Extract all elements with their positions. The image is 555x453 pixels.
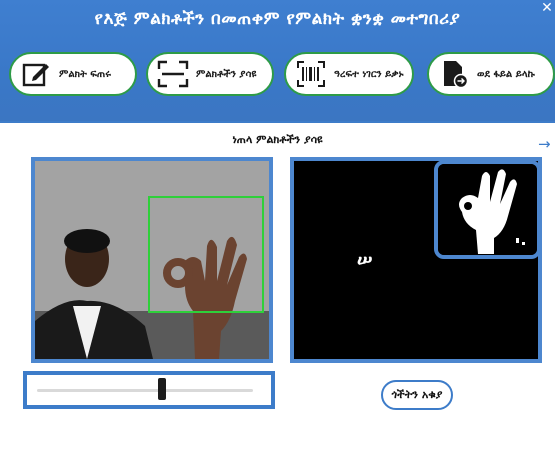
- header-bar: የእጅ ምልክቶችን በመጠቀም የምልክት ቋንቋ መተግበሪያ ✕ ምልክት…: [0, 0, 555, 121]
- slider-thumb[interactable]: [158, 378, 167, 400]
- show-signs-label: ምልክቶችን ያሳዩ: [196, 68, 257, 80]
- scan-frame-icon: [156, 57, 190, 91]
- scan-sentence-label: ዓረፍተ ነገርን ይቃኑ: [334, 68, 404, 80]
- roi-box: [148, 196, 264, 313]
- slider-track[interactable]: [37, 389, 253, 392]
- app-window: የእጅ ምልክቶችን በመጠቀም የምልክት ቋንቋ መተግበሪያ ✕ ምልክት…: [0, 0, 555, 453]
- app-title: የእጅ ምልክቶችን በመጠቀም የምልክት ቋንቋ መተግበሪያ: [94, 9, 461, 29]
- barcode-scan-icon: [294, 57, 328, 91]
- create-sign-button[interactable]: ምልክት ፍጠሩ: [9, 52, 137, 96]
- edit-icon: [19, 57, 53, 91]
- clear-button[interactable]: ጎችትን አቁያ: [381, 380, 453, 410]
- scan-sentence-button[interactable]: ዓረፍተ ነገርን ይቃኑ: [284, 52, 414, 96]
- panel-title: ነጠላ ምልክቶችን ያሳዩ: [232, 133, 323, 146]
- create-sign-label: ምልክት ፍጠሩ: [59, 68, 111, 80]
- arrow-right-icon[interactable]: →: [538, 135, 551, 153]
- export-file-icon: [437, 57, 471, 91]
- hand-mask-preview: [434, 160, 541, 259]
- show-signs-button[interactable]: ምልክቶችን ያሳዩ: [146, 52, 274, 96]
- predicted-character: ሠ: [357, 249, 373, 271]
- export-file-label: ወደ ፋይል ይላኩ: [477, 68, 535, 80]
- threshold-slider[interactable]: [23, 371, 275, 409]
- export-file-button[interactable]: ወደ ፋይል ይላኩ: [427, 52, 555, 96]
- hand-mask-image: [438, 164, 537, 255]
- close-icon[interactable]: ✕: [539, 0, 555, 16]
